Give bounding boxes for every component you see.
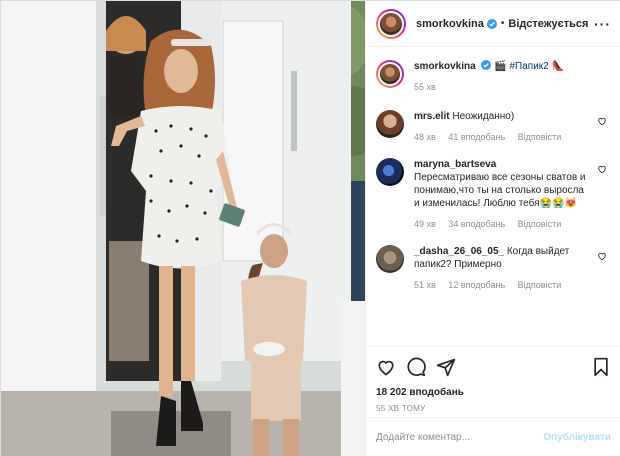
comment-meta: 48 хв 41 вподобань Відповісти bbox=[414, 132, 591, 142]
reply-button[interactable]: Відповісти bbox=[518, 219, 562, 229]
post-actions: 18 202 вподобань 55 ХВ ТОМУ bbox=[366, 346, 620, 413]
comment-meta: 51 хв 12 вподобань Відповісти bbox=[414, 280, 591, 290]
comment-row: maryna_bartseva Пересматриваю все сезоны… bbox=[376, 158, 611, 229]
avatar[interactable] bbox=[376, 8, 406, 39]
comment-bubble-icon[interactable] bbox=[406, 357, 426, 377]
shoe-emoji: 👠 bbox=[551, 61, 564, 72]
comment-username[interactable]: _dasha_26_06_05_ bbox=[414, 246, 504, 257]
separator-dot: • bbox=[500, 18, 505, 29]
post-photo[interactable] bbox=[1, 1, 365, 456]
avatar[interactable] bbox=[376, 245, 404, 273]
comment-likes[interactable]: 12 вподобань bbox=[448, 280, 505, 290]
publish-button[interactable]: Опублікувати bbox=[543, 432, 611, 443]
comment-text: mrs.elit Неожиданно) bbox=[414, 110, 591, 123]
clapper-emoji: 🎬 bbox=[494, 61, 507, 72]
heart-icon[interactable] bbox=[597, 116, 607, 126]
more-dots-icon[interactable]: ··· bbox=[594, 16, 611, 32]
comment-text: _dasha_26_06_05_ Когда выйдет папик2? Пр… bbox=[414, 245, 591, 271]
caption-row: smorkovkina 🎬 #Папик2 👠 55 хв bbox=[376, 60, 611, 92]
comment-username[interactable]: maryna_bartseva bbox=[414, 159, 496, 170]
save-bookmark-icon[interactable] bbox=[591, 357, 611, 377]
comment-row: _dasha_26_06_05_ Когда выйдет папик2? Пр… bbox=[376, 245, 611, 290]
comment-text: maryna_bartseva Пересматриваю все сезоны… bbox=[414, 158, 591, 210]
avatar[interactable] bbox=[376, 110, 404, 138]
avatar[interactable] bbox=[376, 60, 404, 88]
heart-icon[interactable] bbox=[597, 251, 607, 261]
add-comment-bar: Опублікувати bbox=[366, 417, 620, 456]
heart-icon[interactable] bbox=[597, 164, 607, 174]
caption-meta: 55 хв bbox=[414, 82, 591, 92]
comment-likes[interactable]: 41 вподобань bbox=[448, 132, 505, 142]
post-side-panel: smorkovkina • Відстежується ··· smorkovk… bbox=[365, 1, 620, 456]
instagram-post: smorkovkina • Відстежується ··· smorkovk… bbox=[0, 0, 620, 456]
action-icons bbox=[376, 355, 611, 379]
author-username[interactable]: smorkovkina bbox=[416, 18, 484, 30]
comment-time[interactable]: 48 хв bbox=[414, 132, 436, 142]
post-header: smorkovkina • Відстежується ··· bbox=[366, 1, 620, 47]
comment-username[interactable]: mrs.elit bbox=[414, 111, 450, 122]
follow-status-button[interactable]: Відстежується bbox=[508, 18, 588, 30]
comment-time[interactable]: 51 хв bbox=[414, 280, 436, 290]
avatar[interactable] bbox=[376, 158, 404, 186]
post-time[interactable]: 55 ХВ ТОМУ bbox=[376, 404, 611, 413]
comment-body: Пересматриваю все сезоны сватов и понима… bbox=[414, 172, 586, 209]
comment-likes[interactable]: 34 вподобань bbox=[448, 219, 505, 229]
comment-body: Неожиданно) bbox=[452, 111, 515, 122]
comments-list: smorkovkina 🎬 #Папик2 👠 55 хв mrs.elit Н… bbox=[366, 48, 620, 346]
verified-badge-icon bbox=[486, 18, 497, 29]
verified-badge-icon bbox=[481, 60, 492, 70]
likes-count[interactable]: 18 202 вподобань bbox=[376, 387, 611, 398]
comment-meta: 49 хв 34 вподобань Відповісти bbox=[414, 219, 591, 229]
caption-time[interactable]: 55 хв bbox=[414, 82, 436, 92]
like-heart-icon[interactable] bbox=[376, 357, 396, 377]
reply-button[interactable]: Відповісти bbox=[518, 132, 562, 142]
share-paper-plane-icon[interactable] bbox=[436, 357, 456, 377]
comment-time[interactable]: 49 хв bbox=[414, 219, 436, 229]
reply-button[interactable]: Відповісти bbox=[518, 280, 562, 290]
caption-username[interactable]: smorkovkina bbox=[414, 61, 476, 72]
comment-row: mrs.elit Неожиданно) 48 хв 41 вподобань … bbox=[376, 110, 611, 142]
comment-input[interactable] bbox=[376, 432, 544, 443]
hashtag-link[interactable]: #Папик2 bbox=[510, 61, 549, 72]
caption-text: smorkovkina 🎬 #Папик2 👠 bbox=[414, 60, 591, 73]
